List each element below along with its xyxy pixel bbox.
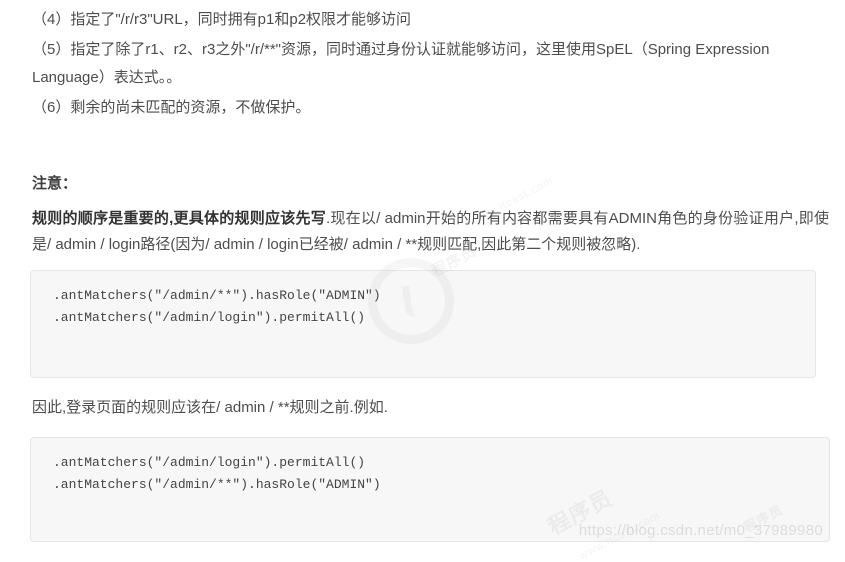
code-line: .antMatchers("/admin/**").hasRole("ADMIN…	[53, 477, 381, 492]
list-item-6: （6）剩余的尚未匹配的资源，不做保护。	[32, 99, 311, 116]
article-page: 程序员 www.itcast.com 程序员 www.itcast.com 程序…	[0, 0, 845, 562]
code-line: .antMatchers("/admin/**").hasRole("ADMIN…	[53, 288, 381, 303]
notice-bold-lead: 规则的顺序是重要的,更具体的规则应该先写	[32, 210, 326, 227]
code-line: .antMatchers("/admin/login").permitAll()	[53, 310, 366, 325]
notice-heading: 注意：	[32, 175, 78, 192]
notice-paragraph: 规则的顺序是重要的,更具体的规则应该先写.现在以/ admin开始的所有内容都需…	[24, 206, 829, 258]
list-item-4: （4）指定了"/r/r3"URL，同时拥有p1和p2权限才能够访问	[32, 11, 412, 28]
middle-paragraph: 因此,登录页面的规则应该在/ admin / **规则之前.例如.	[32, 399, 388, 416]
code-line: .antMatchers("/admin/login").permitAll()	[53, 455, 366, 470]
list-item-5: （5）指定了除了r1、r2、r3之外"/r/**"资源，同时通过身份认证就能够访…	[32, 41, 770, 86]
code-block-1[interactable]: .antMatchers("/admin/**").hasRole("ADMIN…	[30, 270, 816, 378]
code-block-2[interactable]: .antMatchers("/admin/login").permitAll()…	[30, 437, 830, 542]
